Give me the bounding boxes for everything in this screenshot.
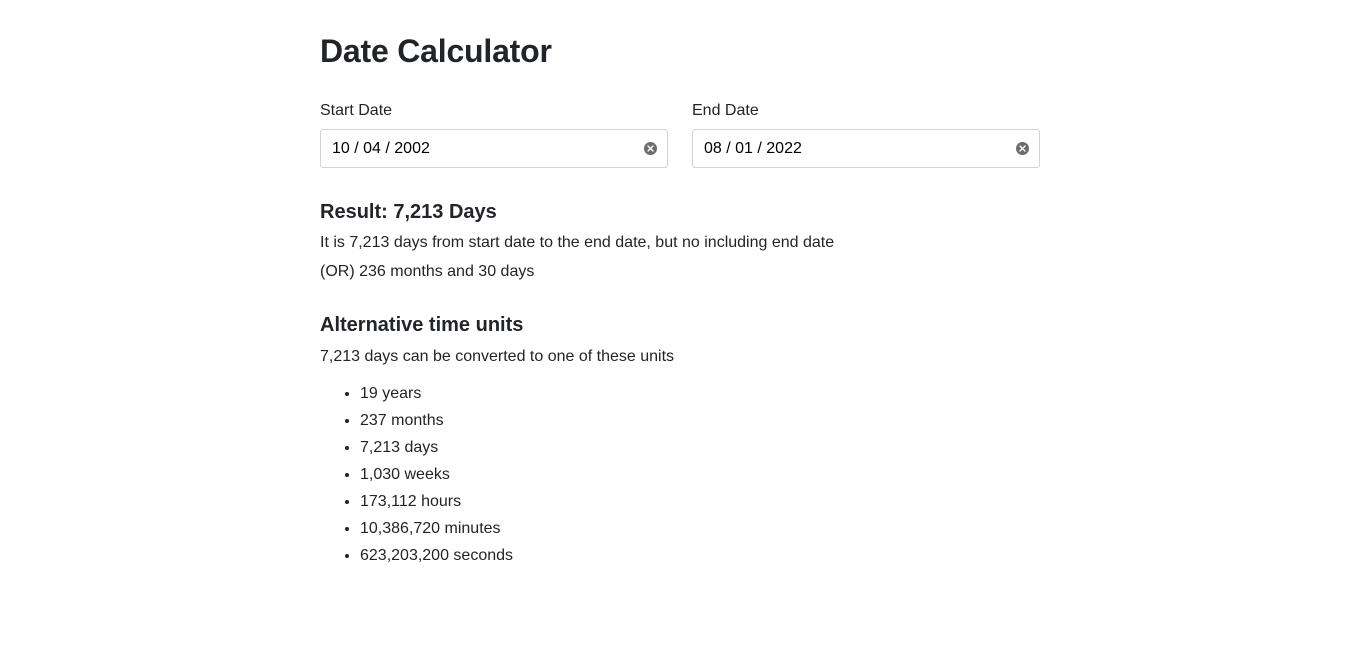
list-item: 237 months <box>360 407 513 434</box>
start-date-input[interactable]: 10 / 04 / 2002 <box>320 129 668 168</box>
end-date-field: End Date 08 / 01 / 2022 <box>692 100 1040 168</box>
list-item: 7,213 days <box>360 434 513 461</box>
list-item: 10,386,720 minutes <box>360 515 513 542</box>
result-alternative: (OR) 236 months and 30 days <box>320 263 535 280</box>
list-item: 1,030 weeks <box>360 461 513 488</box>
end-date-input[interactable]: 08 / 01 / 2022 <box>692 129 1040 168</box>
clear-icon[interactable] <box>644 142 657 155</box>
list-item: 173,112 hours <box>360 488 513 515</box>
result-title: Result: 7,213 Days <box>320 201 497 223</box>
end-date-value[interactable]: 08 / 01 / 2022 <box>704 140 802 158</box>
start-date-field: Start Date 10 / 04 / 2002 <box>320 100 668 168</box>
start-date-value[interactable]: 10 / 04 / 2002 <box>332 140 430 158</box>
start-date-label: Start Date <box>320 102 393 119</box>
list-item: 623,203,200 seconds <box>360 542 513 569</box>
alternative-units-description: 7,213 days can be converted to one of th… <box>320 348 675 365</box>
alternative-units-title: Alternative time units <box>320 314 524 336</box>
clear-icon[interactable] <box>1016 142 1029 155</box>
end-date-label: End Date <box>692 102 759 119</box>
result-description: It is 7,213 days from start date to the … <box>320 234 835 251</box>
list-item: 19 years <box>360 380 513 407</box>
units-list: 19 years 237 months 7,213 days 1,030 wee… <box>320 380 513 569</box>
page-title: Date Calculator <box>320 33 552 69</box>
